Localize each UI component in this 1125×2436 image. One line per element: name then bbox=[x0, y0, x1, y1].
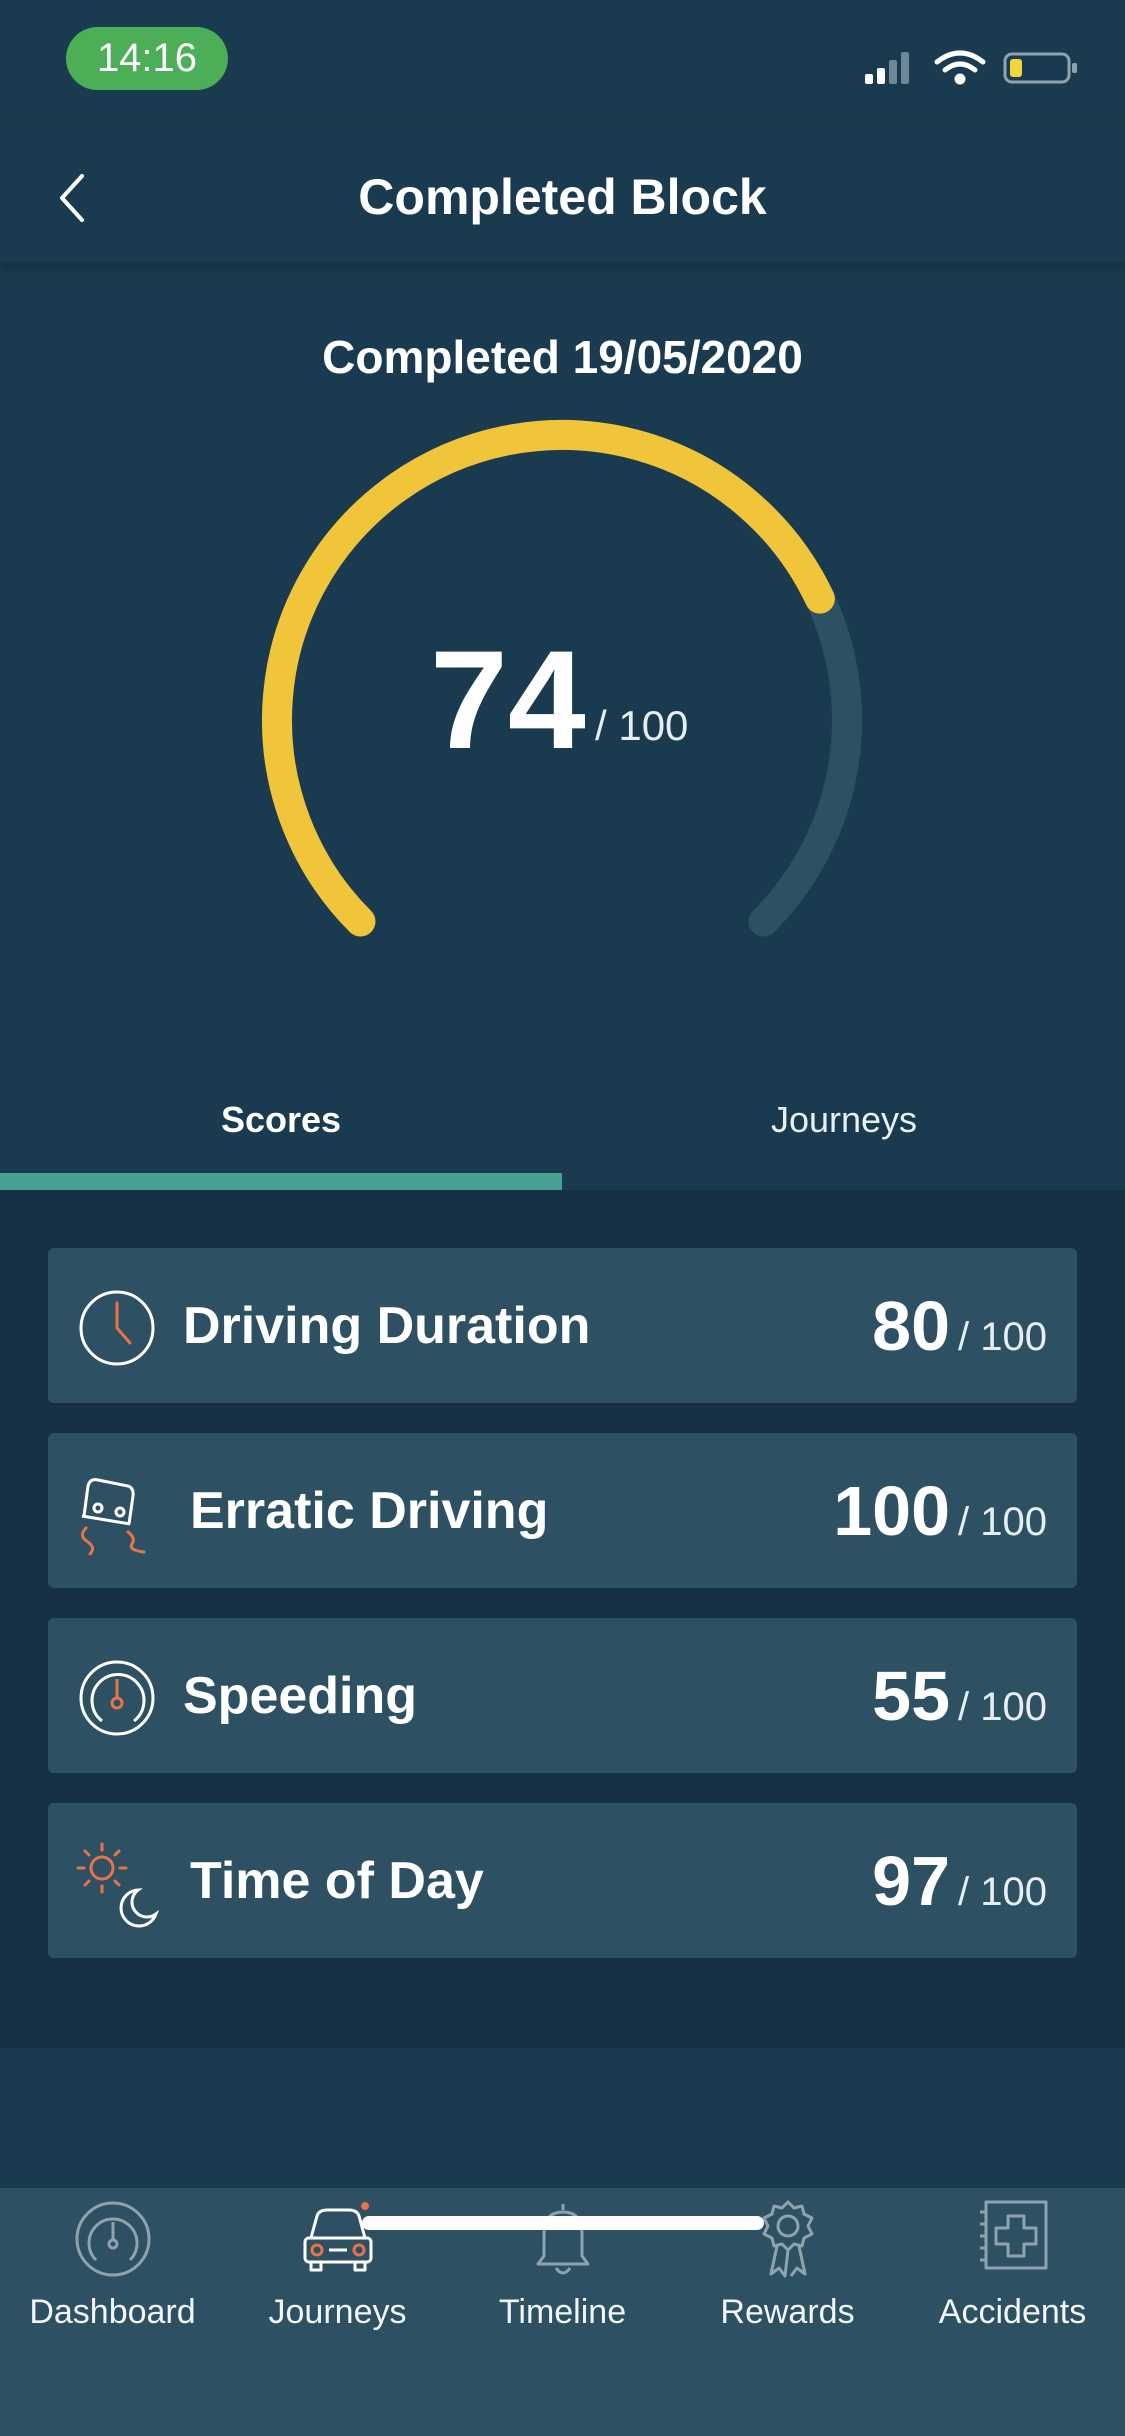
skidding-car-icon bbox=[81, 1478, 146, 1556]
score-max: / 100 bbox=[958, 1315, 1047, 1359]
battery-icon bbox=[1003, 52, 1077, 84]
score-label: Speeding bbox=[183, 1667, 418, 1725]
overall-score: 74 bbox=[430, 621, 586, 778]
active-tab-indicator bbox=[0, 1173, 562, 1190]
status-icons bbox=[865, 50, 1077, 85]
score-value: 97 bbox=[872, 1842, 951, 1920]
score-card-speeding[interactable]: Speeding 55/ 100 bbox=[48, 1618, 1077, 1773]
score-value-group: 97/ 100 bbox=[872, 1841, 1047, 1921]
score-value-group: 100/ 100 bbox=[833, 1471, 1047, 1551]
signal-icon bbox=[865, 52, 909, 84]
clock-icon bbox=[79, 1290, 155, 1366]
score-max: / 100 bbox=[958, 1500, 1047, 1544]
nav-item-dashboard[interactable]: Dashboard bbox=[0, 2188, 225, 2388]
nav-label: Rewards bbox=[720, 2293, 855, 2331]
score-card-erratic-driving[interactable]: Erratic Driving 100/ 100 bbox=[48, 1433, 1077, 1588]
status-bar: 14:16 bbox=[0, 0, 1125, 120]
score-card-driving-duration[interactable]: Driving Duration 80/ 100 bbox=[48, 1248, 1077, 1403]
home-indicator[interactable] bbox=[362, 2216, 764, 2230]
nav-label: Timeline bbox=[498, 2293, 627, 2331]
score-label: Time of Day bbox=[190, 1852, 484, 1910]
tab-scores[interactable]: Scores bbox=[0, 1070, 562, 1190]
wifi-icon bbox=[934, 50, 986, 85]
overall-score-max: / 100 bbox=[595, 702, 689, 749]
tab-bar: Scores Journeys bbox=[0, 1070, 1125, 1190]
score-value: 80 bbox=[872, 1287, 951, 1365]
scores-panel: Driving Duration 80/ 100 Erratic Driving… bbox=[0, 1190, 1125, 2048]
dashboard-icon bbox=[75, 2201, 151, 2277]
score-max: / 100 bbox=[958, 1685, 1047, 1729]
nav-label: Accidents bbox=[938, 2293, 1087, 2331]
nav-bar: Completed Block bbox=[0, 120, 1125, 264]
sun-moon-icon bbox=[76, 1842, 160, 1928]
first-aid-icon bbox=[980, 2200, 1048, 2270]
score-label: Driving Duration bbox=[183, 1297, 591, 1355]
status-time: 14:16 bbox=[66, 27, 228, 90]
score-max: / 100 bbox=[958, 1870, 1047, 1914]
nav-label: Journeys bbox=[268, 2293, 407, 2331]
page-title: Completed Block bbox=[358, 169, 767, 225]
score-value: 55 bbox=[872, 1657, 951, 1735]
bell-icon bbox=[536, 2204, 590, 2275]
score-value-group: 80/ 100 bbox=[872, 1286, 1047, 1366]
score-card-time-of-day[interactable]: Time of Day 97/ 100 bbox=[48, 1803, 1077, 1958]
nav-item-accidents[interactable]: Accidents bbox=[900, 2188, 1125, 2388]
tab-journeys[interactable]: Journeys bbox=[563, 1070, 1125, 1190]
speedometer-icon bbox=[79, 1660, 155, 1736]
score-value-group: 55/ 100 bbox=[872, 1656, 1047, 1736]
rosette-icon bbox=[762, 2200, 814, 2278]
car-icon bbox=[303, 2202, 373, 2272]
nav-label: Dashboard bbox=[29, 2293, 196, 2331]
score-value: 100 bbox=[833, 1472, 951, 1550]
score-label: Erratic Driving bbox=[190, 1482, 549, 1540]
completed-date: Completed 19/05/2020 bbox=[322, 331, 803, 383]
